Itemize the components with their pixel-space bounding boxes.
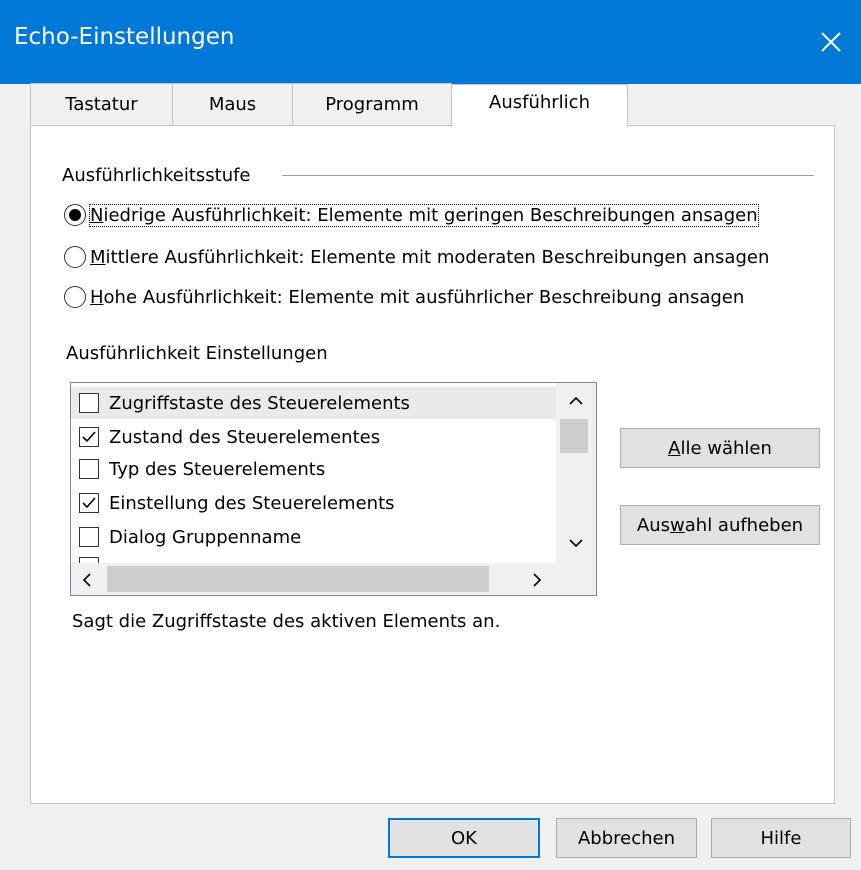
list-item[interactable]: Zugriffstaste des Steuerelements bbox=[79, 387, 410, 419]
list-item-label: Zustand des Steuerelementes bbox=[109, 426, 381, 448]
list-item-label: Dialog Gruppenname bbox=[109, 526, 302, 548]
radio-label: Mittlere Ausführlichkeit: Elemente mit m… bbox=[90, 246, 770, 268]
vertical-scrollbar[interactable] bbox=[556, 383, 596, 563]
tab-label: Ausführlich bbox=[489, 91, 590, 113]
title-bar: Echo-Einstellungen bbox=[0, 0, 861, 84]
scroll-down-icon[interactable] bbox=[568, 537, 584, 549]
scroll-left-icon[interactable] bbox=[81, 572, 93, 588]
select-all-button[interactable]: Alle wählen bbox=[620, 428, 820, 468]
list-item-label: Zugriffstaste des Steuerelements bbox=[109, 392, 410, 414]
button-label: Abbrechen bbox=[577, 827, 676, 849]
list-item-label: Einstellung des Steuerelements bbox=[109, 492, 395, 514]
button-label: OK bbox=[451, 827, 477, 849]
checkmark-icon bbox=[82, 497, 96, 509]
checkbox[interactable] bbox=[79, 427, 99, 447]
settings-checklist[interactable]: Zugriffstaste des Steuerelements Zustand… bbox=[70, 382, 597, 596]
scrollbar-corner bbox=[556, 563, 596, 595]
list-item[interactable]: Zustand des Steuerelementes bbox=[79, 421, 380, 453]
scroll-thumb[interactable] bbox=[107, 566, 489, 592]
radio-niedrige[interactable]: Niedrige Ausführlichkeit: Elemente mit g… bbox=[64, 203, 759, 227]
radio-button[interactable] bbox=[64, 286, 86, 308]
list-item-label: Typ des Steuerelements bbox=[109, 458, 326, 480]
scroll-thumb[interactable] bbox=[560, 419, 588, 453]
horizontal-scrollbar[interactable] bbox=[71, 563, 558, 595]
close-icon bbox=[821, 32, 841, 52]
tab-label: Maus bbox=[208, 94, 257, 115]
scroll-up-icon[interactable] bbox=[568, 395, 584, 407]
item-description: Sagt die Zugriffstaste des aktiven Eleme… bbox=[72, 611, 501, 632]
deselect-button[interactable]: Auswahl aufheben bbox=[620, 505, 820, 545]
checkmark-icon bbox=[82, 431, 96, 443]
list-item[interactable]: Dialog Gruppenname bbox=[79, 521, 301, 553]
list-item[interactable]: Typ des Steuerelements bbox=[79, 453, 325, 485]
checkbox[interactable] bbox=[79, 527, 99, 547]
button-label: Alle wählen bbox=[668, 437, 772, 459]
tab-label: Tastatur bbox=[65, 94, 138, 115]
radio-label: Hohe Ausführlichkeit: Elemente mit ausfü… bbox=[90, 286, 745, 308]
help-button[interactable]: Hilfe bbox=[711, 818, 851, 858]
tab-tastatur[interactable]: Tastatur bbox=[30, 83, 173, 125]
radio-button[interactable] bbox=[64, 204, 86, 226]
scroll-right-icon[interactable] bbox=[531, 572, 543, 588]
radio-hohe[interactable]: Hohe Ausführlichkeit: Elemente mit ausfü… bbox=[64, 286, 744, 308]
window-title: Echo-Einstellungen bbox=[14, 24, 235, 50]
tab-maus[interactable]: Maus bbox=[172, 83, 293, 125]
group-separator bbox=[282, 175, 814, 176]
radio-button[interactable] bbox=[64, 246, 86, 268]
settings-group-label: Ausführlichkeit Einstellungen bbox=[66, 343, 328, 364]
ok-button[interactable]: OK bbox=[388, 818, 540, 858]
tab-programm[interactable]: Programm bbox=[292, 83, 452, 125]
list-item[interactable]: Einstellung des Steuerelements bbox=[79, 487, 395, 519]
checkbox[interactable] bbox=[79, 493, 99, 513]
verbosity-group-label: Ausführlichkeitsstufe bbox=[62, 165, 251, 186]
cancel-button[interactable]: Abbrechen bbox=[556, 818, 697, 858]
close-button[interactable] bbox=[801, 0, 861, 84]
radio-selected-dot bbox=[69, 209, 81, 221]
checkbox[interactable] bbox=[79, 393, 99, 413]
checkbox[interactable] bbox=[79, 459, 99, 479]
radio-mittlere[interactable]: Mittlere Ausführlichkeit: Elemente mit m… bbox=[64, 246, 769, 268]
radio-label: Niedrige Ausführlichkeit: Elemente mit g… bbox=[89, 203, 759, 227]
button-label: Auswahl aufheben bbox=[636, 514, 804, 536]
tab-label: Programm bbox=[325, 94, 419, 115]
button-label: Hilfe bbox=[760, 827, 802, 849]
tab-ausfuehrlich[interactable]: Ausführlich bbox=[451, 84, 628, 127]
